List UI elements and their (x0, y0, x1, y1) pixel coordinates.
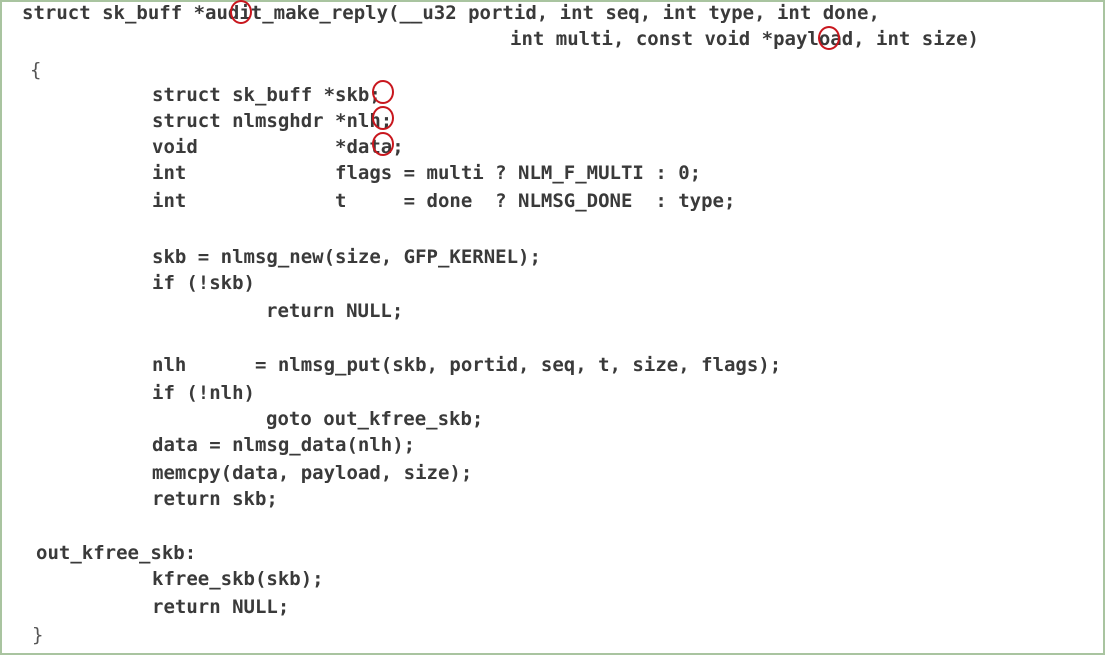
code-listing: struct sk_buff *audit_make_reply(__u32 p… (0, 0, 1101, 651)
code-line-18-label: out_kfree_skb: (36, 542, 197, 564)
code-line-10: if (!skb) (152, 272, 255, 294)
pointer-asterisk-highlight-payload (818, 26, 840, 50)
code-line-11: return NULL; (266, 300, 404, 322)
code-line-9: skb = nlmsg_new(size, GFP_KERNEL); (152, 246, 541, 268)
code-line-3-open-brace: { (30, 59, 42, 81)
pointer-asterisk-highlight-return (230, 0, 252, 24)
pointer-asterisk-highlight-data (372, 132, 394, 156)
code-line-21-close-brace: } (32, 624, 44, 646)
code-line-2: int multi, const void *payload, int size… (510, 28, 979, 50)
code-line-13: if (!nlh) (152, 382, 255, 404)
code-line-1: struct sk_buff *audit_make_reply(__u32 p… (22, 2, 880, 24)
code-line-12: nlh = nlmsg_put(skb, portid, seq, t, siz… (152, 354, 782, 376)
pointer-asterisk-highlight-skb (372, 80, 394, 104)
code-line-19: kfree_skb(skb); (152, 568, 324, 590)
code-line-14: goto out_kfree_skb; (266, 408, 484, 430)
code-line-20: return NULL; (152, 596, 290, 618)
code-line-6: void *data; (152, 136, 404, 158)
code-line-8: int t = done ? NLMSG_DONE : type; (152, 190, 736, 212)
code-line-16: memcpy(data, payload, size); (152, 462, 473, 484)
code-line-15: data = nlmsg_data(nlh); (152, 434, 416, 456)
code-line-7: int flags = multi ? NLM_F_MULTI : 0; (152, 162, 702, 184)
pointer-asterisk-highlight-nlh (372, 106, 394, 130)
code-line-5: struct nlmsghdr *nlh; (152, 110, 393, 132)
code-line-4: struct sk_buff *skb; (152, 84, 381, 106)
code-line-17: return skb; (152, 488, 278, 510)
